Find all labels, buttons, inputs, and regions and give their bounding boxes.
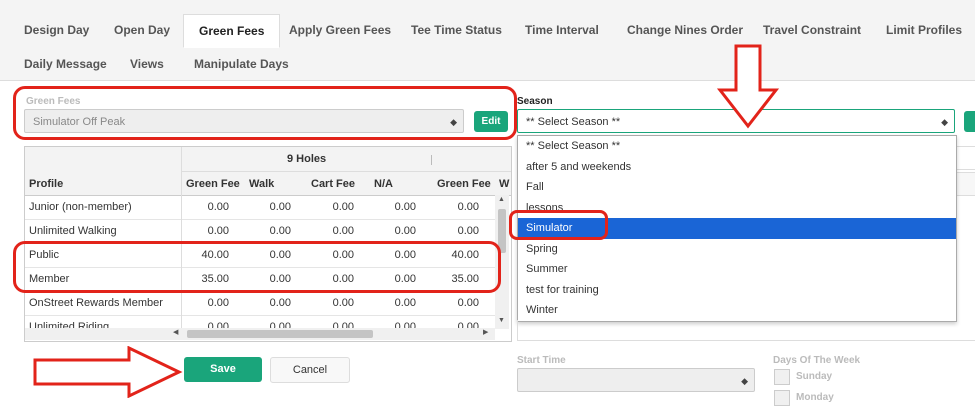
cancel-button[interactable]: Cancel (270, 357, 350, 383)
cell-cart-fee[interactable]: 0.00 (306, 196, 354, 219)
right-panel-field (955, 146, 975, 170)
season-option[interactable]: ** Select Season ** (518, 136, 956, 157)
column-header-na[interactable]: N/A (374, 178, 393, 190)
season-option[interactable]: after 5 and weekends (518, 157, 956, 178)
tab-daily-message[interactable]: Daily Message (14, 49, 117, 79)
grid-group-header: 9 Holes (287, 153, 327, 165)
tab-green-fees[interactable]: Green Fees (183, 14, 281, 48)
chevron-updown-icon: ◆ (941, 117, 948, 127)
tab-limit-profiles[interactable]: Limit Profiles (876, 15, 972, 45)
days-of-week-label: Days Of The Week (773, 355, 861, 366)
cell-green-fee[interactable]: 0.00 (181, 292, 229, 315)
season-option[interactable]: Summer (518, 259, 956, 280)
tab-views[interactable]: Views (120, 49, 174, 79)
chevron-updown-icon: ◆ (741, 376, 748, 386)
cell-green-fee-2[interactable]: 0.00 (431, 292, 479, 315)
season-option[interactable]: Spring (518, 239, 956, 260)
start-time-label: Start Time (517, 355, 566, 366)
cell-green-fee[interactable]: 0.00 (181, 220, 229, 243)
right-panel-box (517, 320, 975, 341)
column-header-cart-fee[interactable]: Cart Fee (311, 178, 355, 190)
sunday-checkbox[interactable] (774, 369, 790, 385)
grid-group-divider (181, 171, 511, 172)
monday-label: Monday (796, 392, 834, 403)
cell-walk[interactable]: 0.00 (243, 220, 291, 243)
column-resize-handle[interactable] (431, 155, 432, 165)
grid-header: 9 Holes Profile Green Fee Walk Cart Fee … (25, 147, 511, 196)
cell-walk[interactable]: 0.00 (243, 292, 291, 315)
column-header-green-fee[interactable]: Green Fee (186, 178, 240, 190)
scroll-down-arrow-icon[interactable]: ▼ (498, 317, 505, 324)
horizontal-scrollbar[interactable]: ◀ ▶ (25, 328, 495, 340)
scroll-right-arrow-icon[interactable]: ▶ (483, 328, 488, 336)
new-button-partial[interactable] (964, 111, 975, 132)
right-panel-field (955, 172, 975, 196)
cell-na[interactable]: 0.00 (368, 220, 416, 243)
tab-tee-time-status[interactable]: Tee Time Status (401, 15, 512, 45)
tab-travel-constraint[interactable]: Travel Constraint (753, 15, 871, 45)
cell-cart-fee[interactable]: 0.00 (306, 220, 354, 243)
tab-manipulate-days[interactable]: Manipulate Days (184, 49, 299, 79)
tab-bar: Design Day Open Day Green Fees Apply Gre… (0, 0, 975, 81)
annotation-box-simulator (509, 210, 608, 240)
scroll-up-arrow-icon[interactable]: ▲ (498, 196, 505, 203)
row-profile: Junior (non-member) (29, 201, 132, 213)
row-profile: OnStreet Rewards Member (29, 297, 163, 309)
scrollbar-thumb[interactable] (187, 330, 373, 338)
monday-checkbox[interactable] (774, 390, 790, 406)
season-option[interactable]: test for training (518, 280, 956, 301)
tab-open-day[interactable]: Open Day (104, 15, 180, 45)
tab-time-interval[interactable]: Time Interval (515, 15, 609, 45)
column-header-profile[interactable]: Profile (29, 178, 63, 190)
start-time-select[interactable]: ◆ (517, 368, 755, 392)
season-label: Season (517, 96, 553, 107)
annotation-box-green-fees (13, 86, 517, 140)
season-option[interactable]: Fall (518, 177, 956, 198)
row-profile: Unlimited Walking (29, 225, 117, 237)
cell-na[interactable]: 0.00 (368, 196, 416, 219)
annotation-box-rows (13, 241, 501, 293)
cell-na[interactable]: 0.00 (368, 292, 416, 315)
sunday-label: Sunday (796, 371, 833, 382)
table-row[interactable]: OnStreet Rewards Member 0.00 0.00 0.00 0… (25, 292, 495, 316)
table-row[interactable]: Junior (non-member) 0.00 0.00 0.00 0.00 … (25, 196, 495, 220)
tab-change-nines-order[interactable]: Change Nines Order (617, 15, 753, 45)
annotation-arrow-right-icon (33, 346, 183, 398)
tab-design-day[interactable]: Design Day (14, 15, 99, 45)
column-header-walk-2[interactable]: W (499, 178, 509, 190)
cell-green-fee-2[interactable]: 0.00 (431, 196, 479, 219)
cell-cart-fee[interactable]: 0.00 (306, 292, 354, 315)
column-header-green-fee-2[interactable]: Green Fee (437, 178, 491, 190)
column-header-walk[interactable]: Walk (249, 178, 274, 190)
cell-green-fee[interactable]: 0.00 (181, 196, 229, 219)
season-option[interactable]: Winter (518, 300, 956, 321)
save-button[interactable]: Save (184, 357, 262, 382)
scroll-left-arrow-icon[interactable]: ◀ (173, 328, 178, 336)
tab-apply-green-fees[interactable]: Apply Green Fees (279, 15, 401, 45)
cell-green-fee-2[interactable]: 0.00 (431, 220, 479, 243)
season-selected: ** Select Season ** (526, 116, 621, 128)
annotation-arrow-down-icon (716, 44, 780, 129)
cell-walk[interactable]: 0.00 (243, 196, 291, 219)
